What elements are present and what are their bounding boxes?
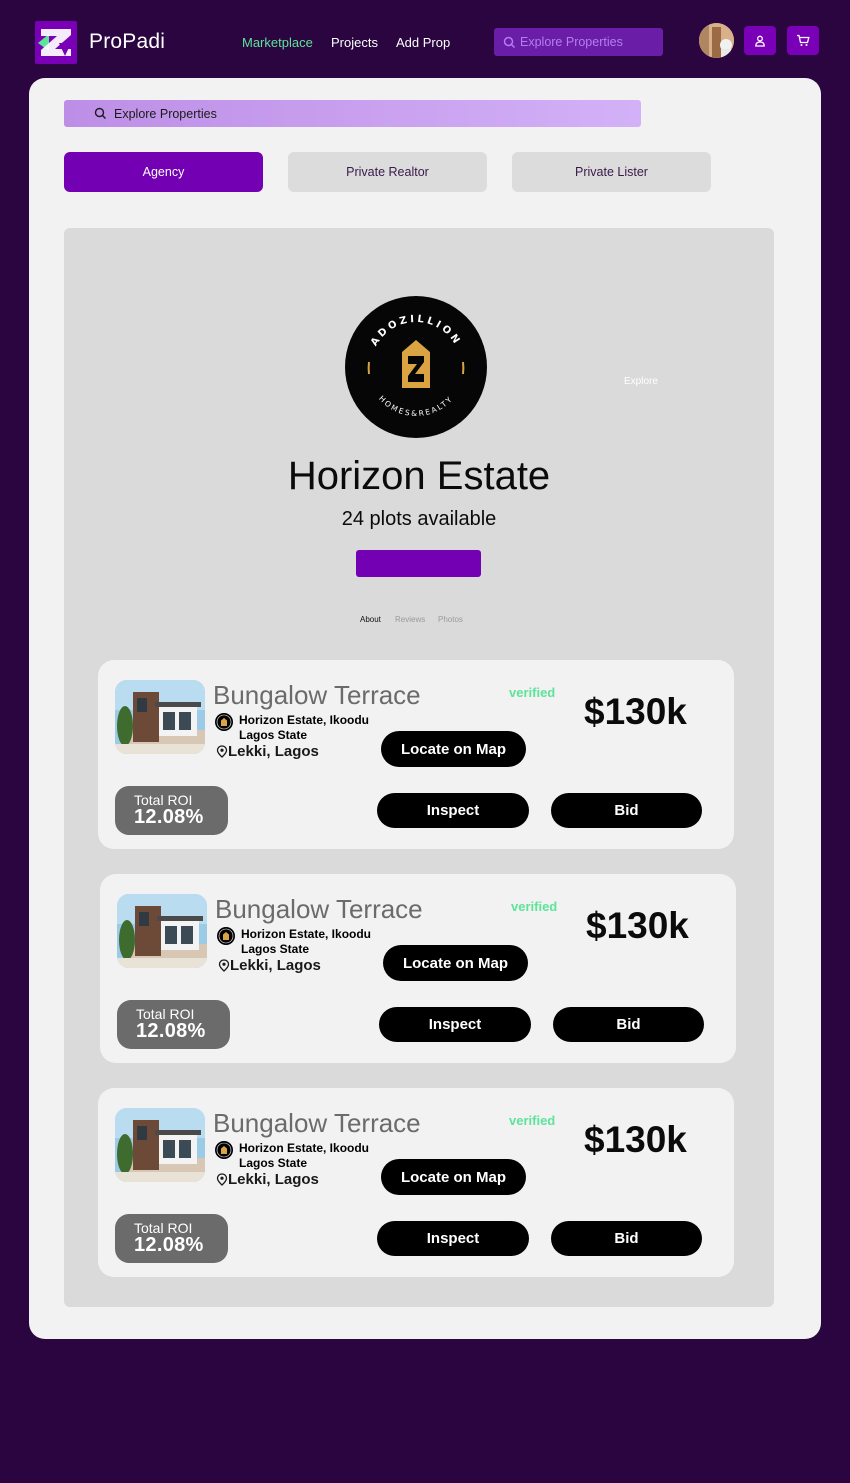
agent-line-2: Lagos State bbox=[239, 728, 308, 742]
user-icon bbox=[755, 35, 765, 47]
agent-logo-icon bbox=[215, 713, 233, 731]
roi-value: 12.08% bbox=[136, 1020, 206, 1042]
subtab-reviews[interactable]: Reviews bbox=[395, 615, 425, 624]
estate-subtitle: 24 plots available bbox=[341, 508, 497, 530]
listing-agent: Horizon Estate, Ikoodu Lagos State bbox=[239, 713, 379, 743]
search-icon bbox=[503, 36, 516, 48]
tab-private-realtor[interactable]: Private Realtor bbox=[288, 152, 487, 192]
svg-text:HOMES&REALTY: HOMES&REALTY bbox=[377, 394, 455, 418]
agent-line-1: Horizon Estate, Ikoodu bbox=[239, 1141, 370, 1155]
roi-badge: Total ROI 12.08% bbox=[115, 1214, 228, 1263]
agent-logo-icon bbox=[217, 927, 235, 945]
tab-private-lister[interactable]: Private Lister bbox=[512, 152, 711, 192]
main-container: Explore Properties Agency Private Realto… bbox=[29, 78, 821, 1339]
cart-button[interactable] bbox=[787, 26, 819, 55]
listing-location: Lekki, Lagos bbox=[216, 1171, 319, 1188]
bid-button[interactable]: Bid bbox=[551, 793, 702, 828]
roi-label: Total ROI bbox=[134, 1220, 193, 1236]
search-icon bbox=[94, 107, 106, 119]
nav-search-placeholder: Explore Properties bbox=[520, 35, 623, 49]
property-thumbnail[interactable] bbox=[117, 894, 207, 968]
brand-name: ProPadi bbox=[89, 30, 166, 53]
listing-price: $130k bbox=[584, 1119, 687, 1160]
estate-action-button[interactable] bbox=[356, 550, 481, 577]
verified-badge: verified bbox=[509, 1113, 556, 1128]
listing-title[interactable]: Bungalow Terrace bbox=[213, 1108, 421, 1139]
bid-button[interactable]: Bid bbox=[553, 1007, 704, 1042]
explore-link[interactable]: Explore bbox=[624, 376, 658, 387]
roi-label: Total ROI bbox=[134, 792, 193, 808]
roi-value: 12.08% bbox=[134, 1234, 204, 1256]
locate-on-map-button[interactable]: Locate on Map bbox=[381, 1159, 526, 1195]
location-text: Lekki, Lagos bbox=[228, 1171, 319, 1188]
explore-search-placeholder: Explore Properties bbox=[114, 106, 217, 121]
property-thumbnail[interactable] bbox=[115, 680, 205, 754]
listing-card[interactable]: Bungalow Terrace Horizon Estate, Ikoodu … bbox=[98, 660, 734, 849]
propadi-logo-icon[interactable] bbox=[35, 21, 77, 64]
roi-value: 12.08% bbox=[134, 806, 204, 828]
agent-line-2: Lagos State bbox=[241, 942, 310, 956]
listing-agent: Horizon Estate, Ikoodu Lagos State bbox=[241, 927, 381, 957]
nav-link-marketplace[interactable]: Marketplace bbox=[242, 35, 313, 50]
inspect-button[interactable]: Inspect bbox=[379, 1007, 531, 1042]
verified-badge: verified bbox=[509, 685, 556, 700]
explore-search-input[interactable]: Explore Properties bbox=[64, 100, 641, 127]
location-pin-icon bbox=[218, 959, 230, 972]
locate-on-map-button[interactable]: Locate on Map bbox=[383, 945, 528, 981]
agent-line-1: Horizon Estate, Ikoodu bbox=[239, 713, 370, 727]
nav-link-add-prop[interactable]: Add Prop bbox=[396, 35, 450, 50]
avatar[interactable] bbox=[699, 23, 734, 58]
cart-icon bbox=[797, 34, 810, 46]
tab-agency[interactable]: Agency bbox=[64, 152, 263, 192]
inspect-button[interactable]: Inspect bbox=[377, 793, 529, 828]
locate-on-map-button[interactable]: Locate on Map bbox=[381, 731, 526, 767]
verified-badge: verified bbox=[511, 899, 558, 914]
agent-line-2: Lagos State bbox=[239, 1156, 308, 1170]
listing-title[interactable]: Bungalow Terrace bbox=[213, 680, 421, 711]
nav-search-input[interactable]: Explore Properties bbox=[494, 28, 663, 56]
bid-button[interactable]: Bid bbox=[551, 1221, 702, 1256]
location-pin-icon bbox=[216, 1173, 228, 1186]
roi-label: Total ROI bbox=[136, 1006, 195, 1022]
listing-title[interactable]: Bungalow Terrace bbox=[215, 894, 423, 925]
location-pin-icon bbox=[216, 745, 228, 758]
listing-location: Lekki, Lagos bbox=[218, 957, 321, 974]
estate-title: Horizon Estate bbox=[287, 454, 551, 498]
listing-agent: Horizon Estate, Ikoodu Lagos State bbox=[239, 1141, 379, 1171]
listing-location: Lekki, Lagos bbox=[216, 743, 319, 760]
roi-badge: Total ROI 12.08% bbox=[115, 786, 228, 835]
listing-card[interactable]: Bungalow Terrace Horizon Estate, Ikoodu … bbox=[98, 1088, 734, 1277]
inspect-button[interactable]: Inspect bbox=[377, 1221, 529, 1256]
nav-link-projects[interactable]: Projects bbox=[331, 35, 378, 50]
location-text: Lekki, Lagos bbox=[230, 957, 321, 974]
subtab-about[interactable]: About bbox=[360, 615, 381, 624]
profile-button[interactable] bbox=[744, 26, 776, 55]
subtab-photos[interactable]: Photos bbox=[438, 615, 463, 624]
roi-badge: Total ROI 12.08% bbox=[117, 1000, 230, 1049]
listing-card[interactable]: Bungalow Terrace Horizon Estate, Ikoodu … bbox=[100, 874, 736, 1063]
agent-logo-icon bbox=[215, 1141, 233, 1159]
listing-price: $130k bbox=[584, 691, 687, 732]
listing-price: $130k bbox=[586, 905, 689, 946]
property-thumbnail[interactable] bbox=[115, 1108, 205, 1182]
agent-line-1: Horizon Estate, Ikoodu bbox=[241, 927, 372, 941]
location-text: Lekki, Lagos bbox=[228, 743, 319, 760]
estate-logo: ADOZILLION HOMES&REALTY bbox=[345, 296, 487, 438]
